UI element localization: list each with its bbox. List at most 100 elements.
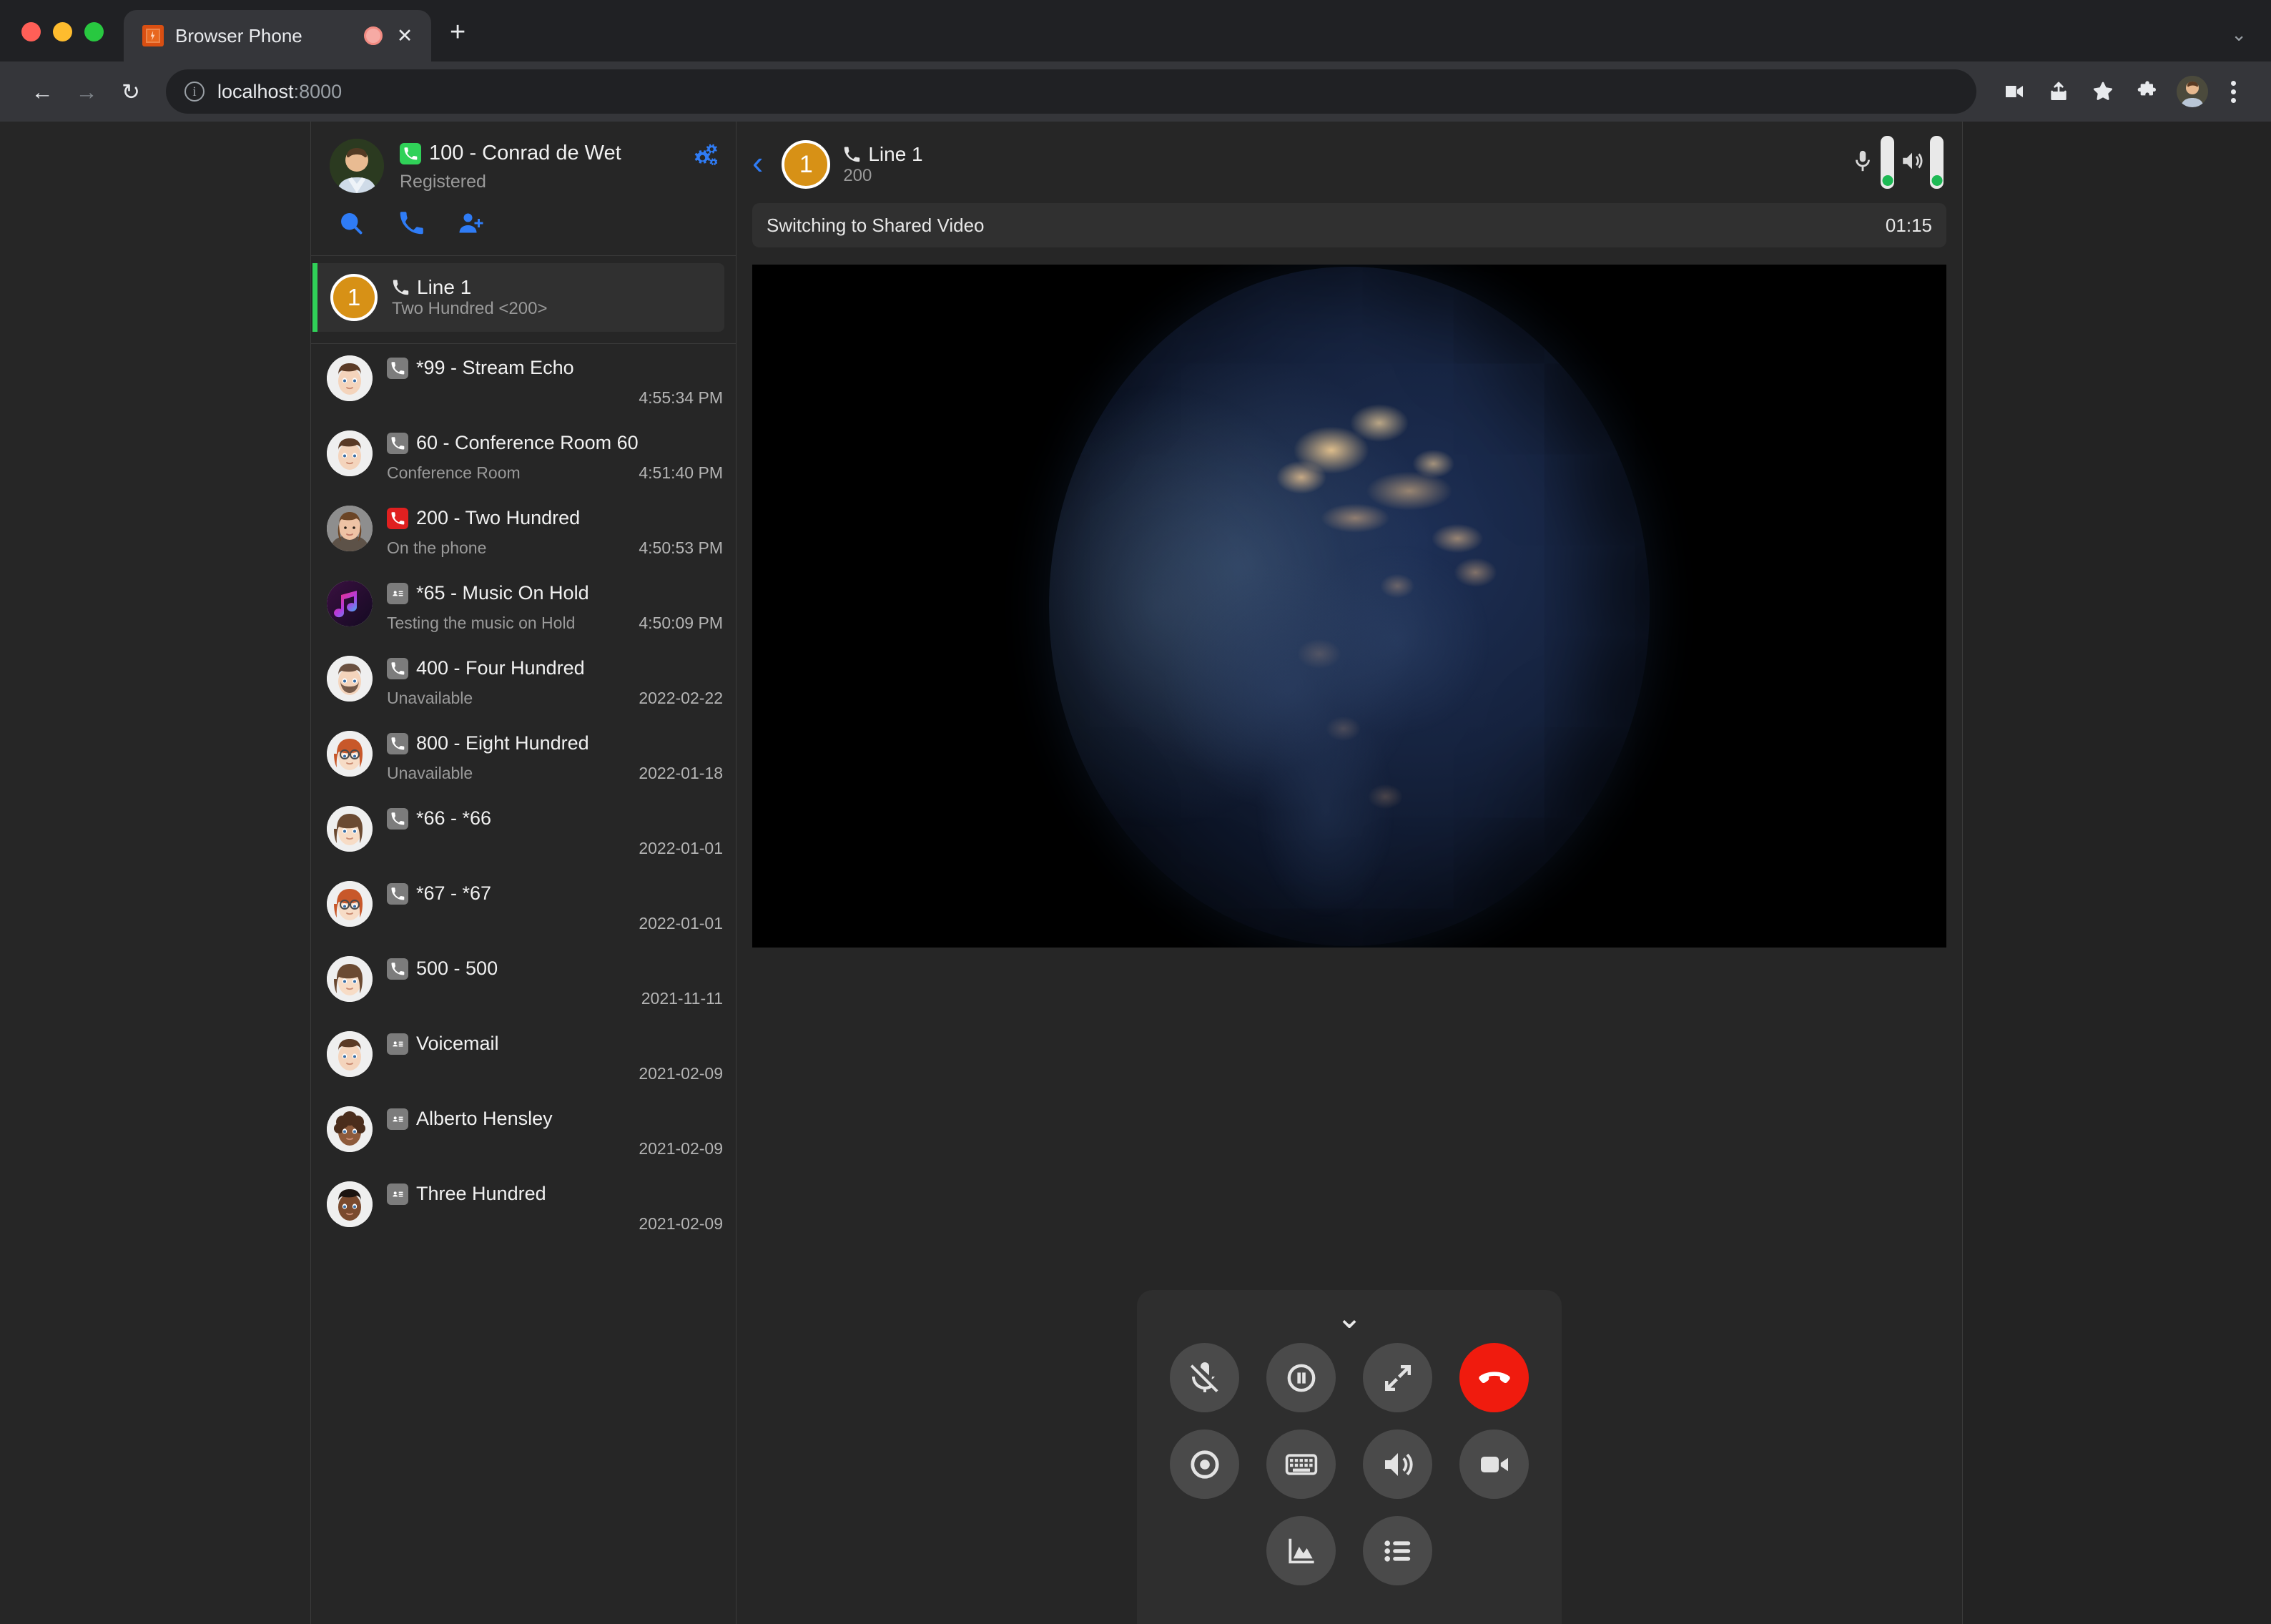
record-button[interactable] [1170,1429,1239,1499]
browser-tab[interactable]: Browser Phone ✕ [124,10,431,61]
contact-meta-row: 2022-01-01 [387,912,723,933]
speaker-button[interactable] [1363,1429,1432,1499]
contact-timestamp: 4:50:53 PM [639,538,723,558]
contact-list-item[interactable]: Three Hundred 2021-02-09 [311,1170,736,1245]
phone-handset-icon [392,279,409,296]
keypad-button[interactable] [1266,1429,1336,1499]
phone-gray-icon [387,733,408,754]
phone-gray-icon [387,433,408,454]
memoji-avatar [327,731,373,777]
contact-title-row: *99 - Stream Echo [387,357,723,379]
contact-timestamp: 2022-01-18 [639,764,723,783]
video-button[interactable] [1459,1429,1529,1499]
reload-button[interactable]: ↻ [109,81,153,103]
contact-name: 200 - Two Hundred [416,507,580,529]
contact-timestamp: 2021-02-09 [639,1214,723,1234]
contact-list-item[interactable]: Voicemail 2021-02-09 [311,1020,736,1095]
profile-avatar[interactable] [2177,76,2208,107]
browser-menu-icon[interactable] [2215,81,2251,103]
phone-icon[interactable] [398,210,424,240]
profile-name-row: 100 - Conrad de Wet [400,142,674,165]
browser-toolbar: ← → ↻ i localhost:8000 [0,61,2271,122]
contact-list-item[interactable]: 500 - 500 2021-11-11 [311,945,736,1020]
contact-meta-row: 2022-01-01 [387,837,723,858]
phone-gray-icon [387,883,408,905]
contact-title-row: 500 - 500 [387,958,723,980]
contact-timestamp: 2021-11-11 [641,989,723,1008]
line-title-row: Line 1 [392,276,711,299]
video-camera-icon[interactable] [1992,69,2036,114]
new-tab-button[interactable]: + [450,19,465,46]
contact-subtitle: Unavailable [387,764,473,783]
site-info-icon[interactable]: i [184,82,205,102]
call-controls-panel: ⌄ [1137,1290,1562,1624]
memoji-avatar [327,881,373,927]
forward-button[interactable]: → [64,81,109,103]
contact-list-item[interactable]: *65 - Music On Hold Testing the music on… [311,569,736,644]
contact-list-item[interactable]: 200 - Two Hundred On the phone 4:50:53 P… [311,494,736,569]
share-icon[interactable] [2036,69,2081,114]
search-icon[interactable] [338,210,364,240]
bookmark-star-icon[interactable] [2081,69,2125,114]
line-title: Line 1 [417,276,471,299]
contact-body: 500 - 500 2021-11-11 [387,956,723,1008]
mic-level-meter [1881,136,1894,189]
close-window-button[interactable] [21,22,41,41]
mute-button[interactable] [1170,1343,1239,1412]
contact-meta-row: Unavailable 2022-01-18 [387,762,723,783]
contact-subtitle: On the phone [387,538,486,558]
gears-icon[interactable] [690,139,717,174]
menu-button[interactable] [1363,1516,1432,1585]
contact-meta-row: 2021-11-11 [387,987,723,1008]
shared-video-earth-night[interactable] [752,265,1946,948]
memoji-avatar [327,806,373,852]
favicon-chip-icon [142,25,164,46]
contact-body: Three Hundred 2021-02-09 [387,1181,723,1234]
contact-card-gray-icon [387,1108,408,1130]
collapse-chevron-icon[interactable]: ⌄ [1336,1309,1363,1327]
maximize-window-button[interactable] [84,22,104,41]
active-lines: 1 Line 1 Two Hundred <200> [311,256,736,344]
expand-button[interactable] [1363,1343,1432,1412]
contact-list-item[interactable]: *99 - Stream Echo 4:55:34 PM [311,344,736,419]
contact-list-item[interactable]: 60 - Conference Room 60 Conference Room … [311,419,736,494]
back-chevron-icon[interactable]: ‹ [752,146,769,183]
contact-timestamp: 2021-02-09 [639,1064,723,1083]
contact-list-item[interactable]: Alberto Hensley 2021-02-09 [311,1095,736,1170]
profile-name: 100 - Conrad de Wet [429,142,621,165]
share-image-button[interactable] [1266,1516,1336,1585]
phone-gray-icon [387,958,408,980]
speaker-level-meter [1930,136,1944,189]
expand-arrows-icon [1381,1361,1415,1395]
contact-title-row: 200 - Two Hundred [387,507,723,529]
call-timer: 01:15 [1886,215,1932,237]
avatar [327,581,373,626]
contact-timestamp: 4:55:34 PM [639,388,723,408]
contact-meta-row: On the phone 4:50:53 PM [387,536,723,558]
contact-list-item[interactable]: 800 - Eight Hundred Unavailable 2022-01-… [311,719,736,794]
contact-list-item[interactable]: *67 - *67 2022-01-01 [311,870,736,945]
line-item-1[interactable]: 1 Line 1 Two Hundred <200> [312,263,724,332]
call-status-text: Switching to Shared Video [767,215,985,237]
toolbar-icons [1992,69,2251,114]
extensions-puzzle-icon[interactable] [2125,69,2169,114]
address-bar[interactable]: i localhost:8000 [166,69,1976,114]
tab-close-icon[interactable]: ✕ [394,26,415,46]
contact-body: *65 - Music On Hold Testing the music on… [387,581,723,633]
contact-list-item[interactable]: 400 - Four Hundred Unavailable 2022-02-2… [311,644,736,719]
line-subtitle: Two Hundred <200> [392,299,548,318]
memoji-avatar [327,656,373,702]
chevron-down-icon[interactable]: ⌄ [2231,24,2247,46]
contact-timestamp: 2022-02-22 [639,689,723,708]
tab-recording-icon[interactable] [364,26,383,45]
hold-button[interactable] [1266,1343,1336,1412]
contact-list-item[interactable]: *66 - *66 2022-01-01 [311,794,736,870]
earth-globe-graphic [1049,267,1650,946]
image-chart-icon [1284,1534,1319,1568]
contact-body: Voicemail 2021-02-09 [387,1031,723,1083]
person-add-icon[interactable] [458,210,484,240]
memoji-avatar [327,1031,373,1077]
back-button[interactable]: ← [20,81,64,103]
end-call-button[interactable] [1459,1343,1529,1412]
minimize-window-button[interactable] [53,22,72,41]
